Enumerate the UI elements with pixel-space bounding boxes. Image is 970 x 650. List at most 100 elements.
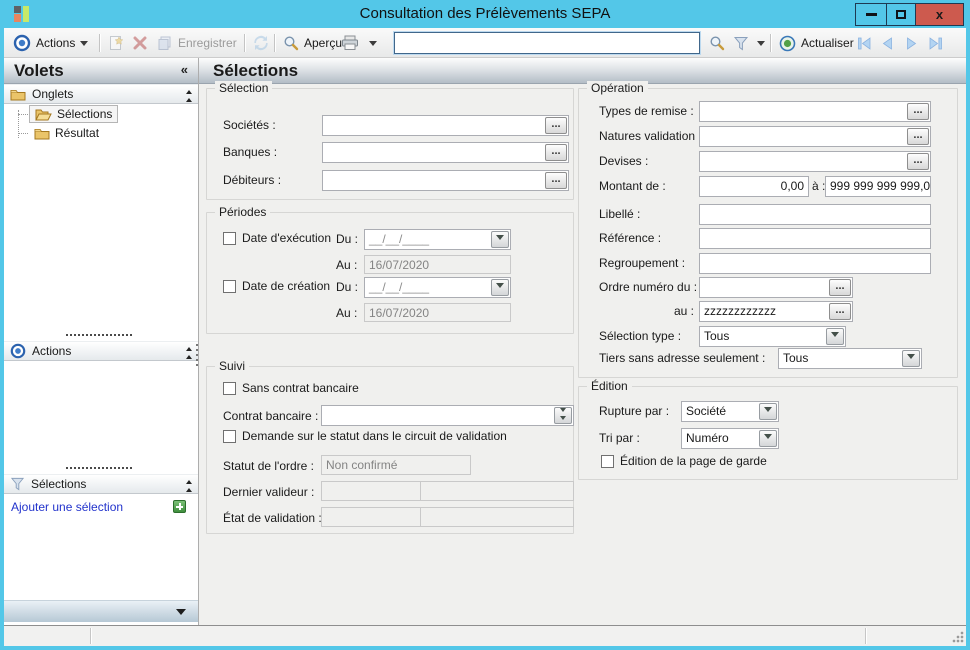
tiers-dropdown[interactable] — [902, 350, 920, 367]
printer-icon — [342, 35, 358, 50]
reference-input[interactable] — [699, 228, 931, 249]
sans-contrat-checkbox-row[interactable]: Sans contrat bancaire — [223, 381, 359, 395]
regroupement-input[interactable] — [699, 253, 931, 274]
sidebar-title: Volets — [14, 60, 64, 80]
rupture-par-combo[interactable]: Société — [681, 401, 779, 422]
save-button[interactable]: Enregistrer — [154, 31, 240, 55]
nav-last-button[interactable] — [925, 31, 946, 55]
montant-max-input[interactable]: 999 999 999 999,00 — [825, 176, 931, 197]
add-selection-plus-button[interactable] — [173, 500, 186, 513]
resize-grip[interactable] — [952, 631, 964, 643]
libelle-input[interactable] — [699, 204, 931, 225]
statut-label: Statut de l'ordre : — [223, 459, 315, 473]
tree-item-selections[interactable]: Sélections — [29, 105, 119, 123]
natures-validation-input[interactable]: ... — [699, 126, 931, 147]
search-button[interactable] — [706, 31, 728, 55]
section-divider — [66, 467, 132, 469]
tree-item-label: Résultat — [55, 126, 100, 140]
section-selections-header[interactable]: Sélections — [4, 474, 198, 494]
filter-button[interactable] — [730, 31, 752, 55]
filter-dropdown-button[interactable] — [754, 31, 768, 55]
search-icon — [710, 36, 725, 51]
date-execution-checkbox[interactable] — [223, 231, 236, 245]
splitter-handle[interactable] — [196, 344, 198, 366]
ordre-numero-au-input[interactable]: zzzzzzzzzzzz... — [699, 301, 853, 322]
filter-caret-icon — [757, 40, 765, 50]
page-garde-checkbox[interactable] — [601, 454, 614, 468]
etat-validation-input-1 — [321, 507, 421, 527]
ordre-du-browse-button[interactable]: ... — [829, 279, 851, 296]
close-button[interactable]: x — [916, 3, 964, 26]
types-remise-browse-button[interactable]: ... — [907, 103, 929, 120]
toolbar-separator — [770, 34, 771, 52]
search-input[interactable] — [394, 32, 700, 54]
section-onglets-header[interactable]: Onglets — [4, 84, 198, 104]
close-icon: x — [935, 7, 944, 22]
group-selection-title: Sélection — [215, 81, 273, 95]
sidebar-footer-collapse-icon[interactable] — [176, 609, 186, 620]
minimize-button[interactable] — [855, 3, 886, 26]
banques-input[interactable]: ... — [322, 142, 569, 163]
collapse-chevron-icon[interactable] — [186, 344, 192, 359]
nav-next-button[interactable] — [902, 31, 921, 55]
nav-first-icon — [858, 36, 871, 50]
debiteurs-input[interactable]: ... — [322, 170, 569, 191]
banques-browse-button[interactable]: ... — [545, 144, 567, 161]
magnifier-icon — [284, 36, 299, 51]
contrat-dropdown[interactable] — [554, 407, 572, 424]
nav-previous-button[interactable] — [878, 31, 897, 55]
nav-first-button[interactable] — [854, 31, 875, 55]
refresh-icon — [254, 35, 268, 51]
add-selection-link[interactable]: Ajouter une sélection — [11, 500, 123, 514]
societes-input[interactable]: ... — [322, 115, 569, 136]
date-creation-checkbox[interactable] — [223, 279, 236, 293]
debiteurs-browse-button[interactable]: ... — [545, 172, 567, 189]
tri-par-combo[interactable]: Numéro — [681, 428, 779, 449]
new-button[interactable] — [105, 31, 127, 55]
devises-input[interactable]: ... — [699, 151, 931, 172]
sidebar-collapse-button[interactable]: « — [181, 62, 188, 77]
refresh-button[interactable] — [250, 31, 272, 55]
tri-par-dropdown[interactable] — [759, 430, 777, 447]
date-creation-du-combo[interactable]: __/__/____ — [364, 277, 511, 298]
tiers-combo[interactable]: Tous — [778, 348, 922, 369]
section-actions-header[interactable]: Actions — [4, 341, 198, 361]
ordre-numero-du-input[interactable]: ... — [699, 277, 853, 298]
toolbar-separator — [99, 34, 100, 52]
minimize-icon — [865, 13, 877, 16]
open-folder-icon — [35, 109, 52, 120]
date-execution-du-combo[interactable]: __/__/____ — [364, 229, 511, 250]
print-button[interactable] — [338, 31, 362, 55]
demande-checkbox[interactable] — [223, 429, 236, 443]
collapse-chevron-icon[interactable] — [186, 87, 192, 102]
montant-min-input[interactable]: 0,00 — [699, 176, 809, 197]
maximize-button[interactable] — [886, 3, 916, 26]
sans-contrat-checkbox[interactable] — [223, 381, 236, 395]
date-creation-checkbox-row[interactable]: Date de création — [223, 279, 330, 293]
page-garde-checkbox-row[interactable]: Édition de la page de garde — [601, 454, 767, 468]
contrat-combo[interactable] — [321, 405, 574, 426]
selection-type-dropdown[interactable] — [826, 328, 844, 345]
delete-button[interactable] — [130, 31, 150, 55]
date-execution-checkbox-row[interactable]: Date d'exécution — [223, 231, 331, 245]
selection-type-combo[interactable]: Tous — [699, 326, 846, 347]
date-execution-du-dropdown[interactable] — [491, 231, 509, 248]
collapse-chevron-icon[interactable] — [186, 477, 192, 492]
ordre-au-browse-button[interactable]: ... — [829, 303, 851, 320]
print-dropdown-button[interactable] — [366, 31, 380, 55]
natures-validation-browse-button[interactable]: ... — [907, 128, 929, 145]
societes-browse-button[interactable]: ... — [545, 117, 567, 134]
rupture-par-dropdown[interactable] — [759, 403, 777, 420]
demande-checkbox-row[interactable]: Demande sur le statut dans le circuit de… — [223, 429, 507, 443]
date-creation-du-dropdown[interactable] — [491, 279, 509, 296]
devises-browse-button[interactable]: ... — [907, 153, 929, 170]
main-panel: Sélections Sélection Sociétés : ... Banq… — [199, 58, 966, 625]
actions-menu-button[interactable]: Actions — [10, 31, 91, 55]
tree-item-label: Sélections — [57, 107, 113, 121]
etat-validation-label: État de validation : — [223, 511, 322, 525]
ordre-numero-label: Ordre numéro du : — [599, 280, 698, 294]
types-remise-input[interactable]: ... — [699, 101, 931, 122]
apercu-button[interactable]: Aperçu — [280, 31, 345, 55]
actualiser-button[interactable]: Actualiser — [776, 31, 857, 55]
tree-item-resultat[interactable]: Résultat — [29, 124, 104, 142]
